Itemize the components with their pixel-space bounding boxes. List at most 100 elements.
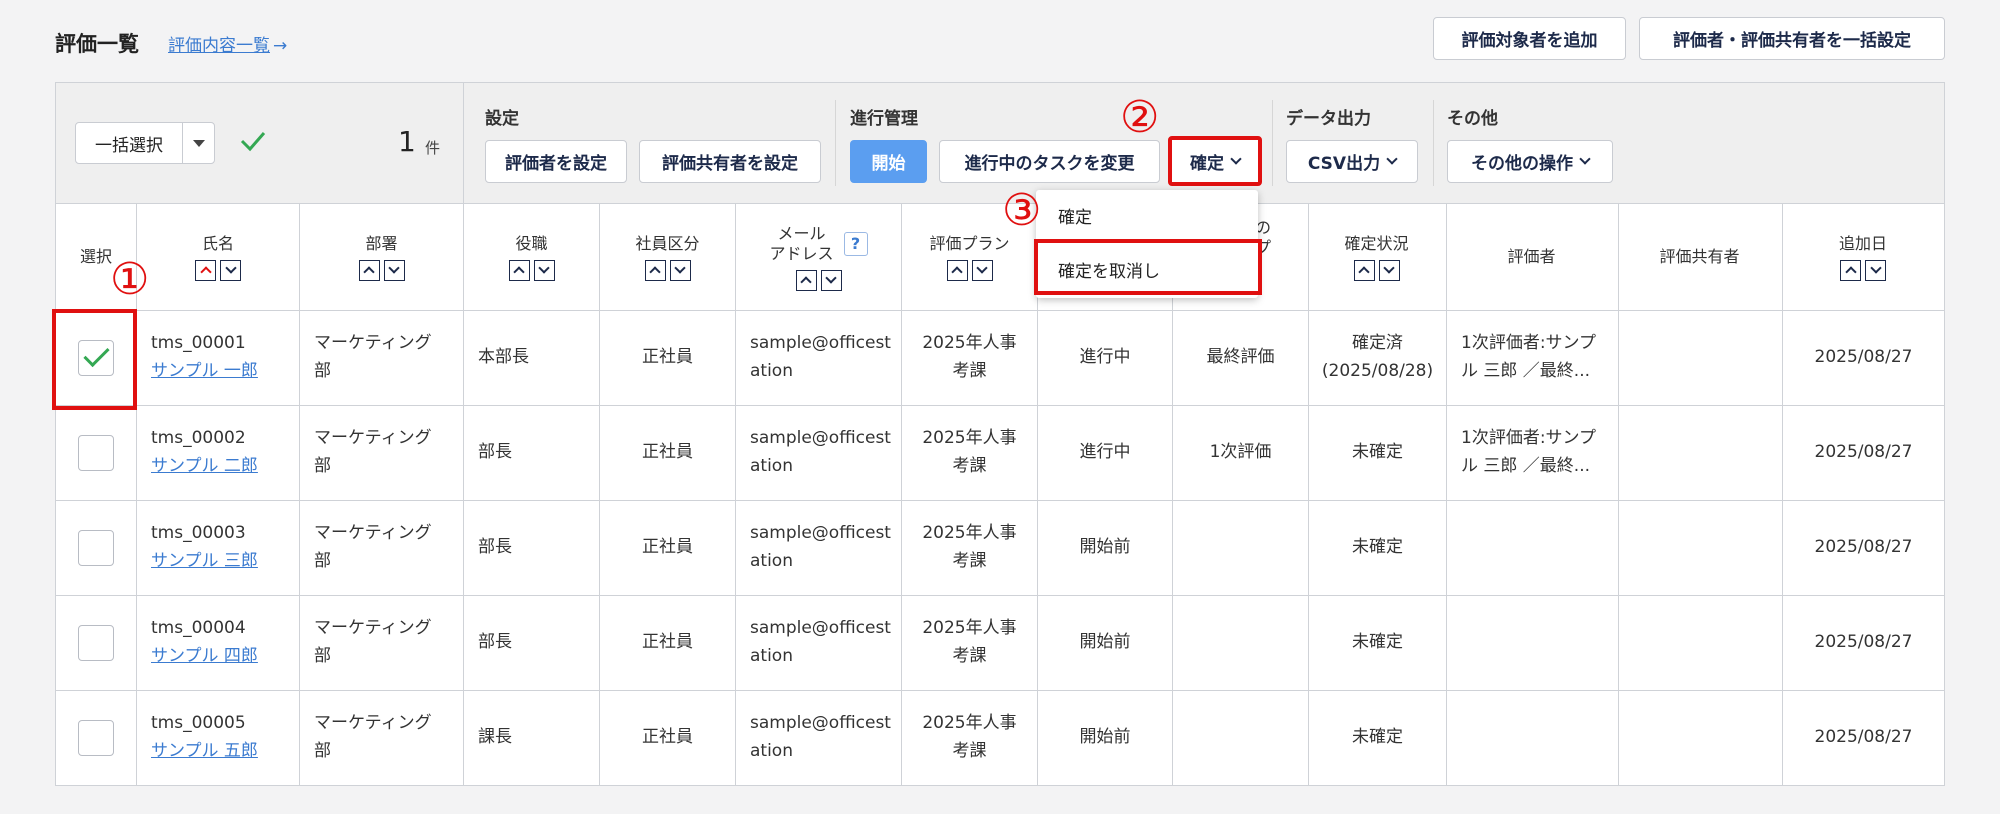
sort-down-icon[interactable]	[383, 259, 405, 281]
cell-position: 部長	[464, 595, 599, 690]
toolbar-divider	[463, 83, 464, 204]
header-dept-label: 部署	[365, 233, 398, 253]
sort-up-icon[interactable]	[795, 269, 817, 291]
sort-down-icon[interactable]	[1865, 259, 1886, 281]
cell-text-dept-2: 部	[314, 360, 331, 381]
employee-name-link[interactable]: サンプル 一郎	[151, 358, 299, 385]
add-target-button[interactable]: 評価対象者を追加	[1433, 17, 1626, 60]
other-ops-button[interactable]: その他の操作	[1447, 140, 1613, 183]
cell-text-dept-2: 部	[314, 740, 331, 761]
cell-dept: マーケティング部	[300, 500, 463, 595]
row-checkbox[interactable]	[78, 719, 114, 756]
bulk-assign-button[interactable]: 評価者・評価共有者を一括設定	[1639, 17, 1945, 60]
sort-down-icon[interactable]	[533, 259, 555, 281]
cell-emp-type: 正社員	[600, 690, 735, 785]
cell-dept: マーケティング部	[300, 690, 463, 785]
page-title: 評価一覧	[55, 32, 139, 56]
cell-text-date: 2025/08/27	[1814, 441, 1913, 462]
confirm-label: 確定	[1190, 153, 1224, 174]
help-icon[interactable]: ?	[843, 231, 868, 256]
cell-text-email-2: ation	[750, 360, 793, 381]
bulk-select-dropdown[interactable]: 一括選択	[75, 122, 215, 164]
cell-plan: 2025年人事 考課	[902, 595, 1037, 690]
sort-up-icon[interactable]	[195, 259, 216, 281]
header-email-label-2: アドレス	[769, 243, 834, 263]
cell-select	[56, 595, 136, 690]
cell-text-progress: 開始前	[1079, 536, 1131, 557]
cell-date: 2025/08/27	[1783, 310, 1944, 405]
cell-text-dept-2: 部	[314, 455, 331, 476]
cell-text-confirm-1: 未確定	[1352, 631, 1403, 652]
header-position-label: 役職	[515, 233, 548, 253]
sort-up-icon[interactable]	[1840, 259, 1861, 281]
cell-progress: 開始前	[1038, 500, 1172, 595]
cell-name: tms_00003 サンプル 三郎	[137, 500, 299, 595]
employee-name-link[interactable]: サンプル 五郎	[151, 738, 299, 765]
header-sharer-label: 評価共有者	[1659, 247, 1740, 266]
sort-down-icon[interactable]	[1378, 259, 1400, 281]
header-confirm-status: 確定状況	[1308, 204, 1445, 310]
cell-confirm: 未確定	[1309, 405, 1446, 500]
cell-email: sample@officest ation	[736, 310, 901, 405]
csv-export-label: CSV出力	[1307, 154, 1381, 174]
cell-dept: マーケティング部	[300, 310, 463, 405]
cell-text-date: 2025/08/27	[1814, 631, 1913, 652]
sort-down-icon[interactable]	[971, 259, 993, 281]
header-email: メール アドレス ?	[736, 204, 901, 310]
count-unit: 件	[425, 139, 441, 157]
sort-up-icon[interactable]	[1353, 259, 1375, 281]
header-select-label: 選択	[79, 247, 112, 266]
cell-email: sample@officest ation	[736, 595, 901, 690]
sort-down-icon[interactable]	[669, 259, 691, 281]
cell-text-dept-1: マーケティング	[314, 523, 432, 544]
row-checkbox[interactable]	[78, 529, 114, 566]
cell-text-date: 2025/08/27	[1814, 536, 1913, 557]
cell-confirm: 未確定	[1309, 500, 1446, 595]
csv-export-button[interactable]: CSV出力	[1286, 140, 1418, 183]
chevron-down-icon	[1579, 153, 1591, 165]
cell-text-position: 部長	[478, 441, 512, 462]
cell-text-evaluator-1: 1次評価者:サンプ	[1461, 333, 1597, 354]
annotation-2: ②	[1120, 92, 1160, 143]
menu-item-confirm[interactable]: 確定	[1058, 203, 1092, 228]
set-sharer-button[interactable]: 評価共有者を設定	[639, 140, 821, 183]
sort-up-icon[interactable]	[508, 259, 530, 281]
cell-email: sample@officest ation	[736, 690, 901, 785]
header-confirm-status-label: 確定状況	[1344, 233, 1409, 253]
cell-progress: 開始前	[1038, 595, 1172, 690]
set-evaluator-button[interactable]: 評価者を設定	[485, 140, 627, 183]
change-task-button[interactable]: 進行中のタスクを変更	[939, 140, 1160, 183]
employee-name-link[interactable]: サンプル 四郎	[151, 643, 299, 670]
cell-select	[56, 690, 136, 785]
link-label[interactable]: 評価内容一覧	[168, 36, 270, 56]
employee-name-link[interactable]: サンプル 二郎	[151, 453, 299, 480]
chevron-down-icon	[1386, 153, 1398, 165]
header-added-date: 追加日	[1782, 204, 1944, 310]
row-checkbox[interactable]	[78, 434, 114, 471]
cell-text-plan-1: 2025年人事	[922, 523, 1017, 544]
sort-up-icon[interactable]	[644, 259, 666, 281]
cell-step	[1173, 595, 1308, 690]
cell-confirm: 未確定	[1309, 690, 1446, 785]
cell-text-dept-1: マーケティング	[314, 428, 432, 449]
cell-text-plan-2: 考課	[952, 645, 987, 666]
sort-down-icon[interactable]	[820, 269, 842, 291]
header-evaluator: 評価者	[1446, 204, 1617, 310]
cell-date: 2025/08/27	[1783, 690, 1944, 785]
row-checkbox[interactable]	[78, 624, 114, 661]
cell-emp-type: 正社員	[600, 500, 735, 595]
start-button[interactable]: 開始	[850, 140, 927, 183]
other-ops-label: その他の操作	[1471, 154, 1573, 174]
sort-down-icon[interactable]	[220, 259, 241, 281]
dropdown-arrow-icon[interactable]	[182, 123, 214, 163]
menu-item-cancel-confirm[interactable]: 確定を取消し	[1058, 257, 1160, 282]
confirm-dropdown-button[interactable]: 確定	[1168, 136, 1262, 186]
cell-text-step: 最終評価	[1206, 346, 1275, 367]
employee-name-link[interactable]: サンプル 三郎	[151, 548, 299, 575]
evaluation-content-list-link[interactable]: 評価内容一覧 →	[168, 31, 287, 56]
sort-up-icon[interactable]	[946, 259, 968, 281]
cell-evaluator	[1447, 500, 1618, 595]
sort-up-icon[interactable]	[358, 259, 380, 281]
cell-text-plan-2: 考課	[952, 455, 987, 476]
cell-position: 部長	[464, 500, 599, 595]
